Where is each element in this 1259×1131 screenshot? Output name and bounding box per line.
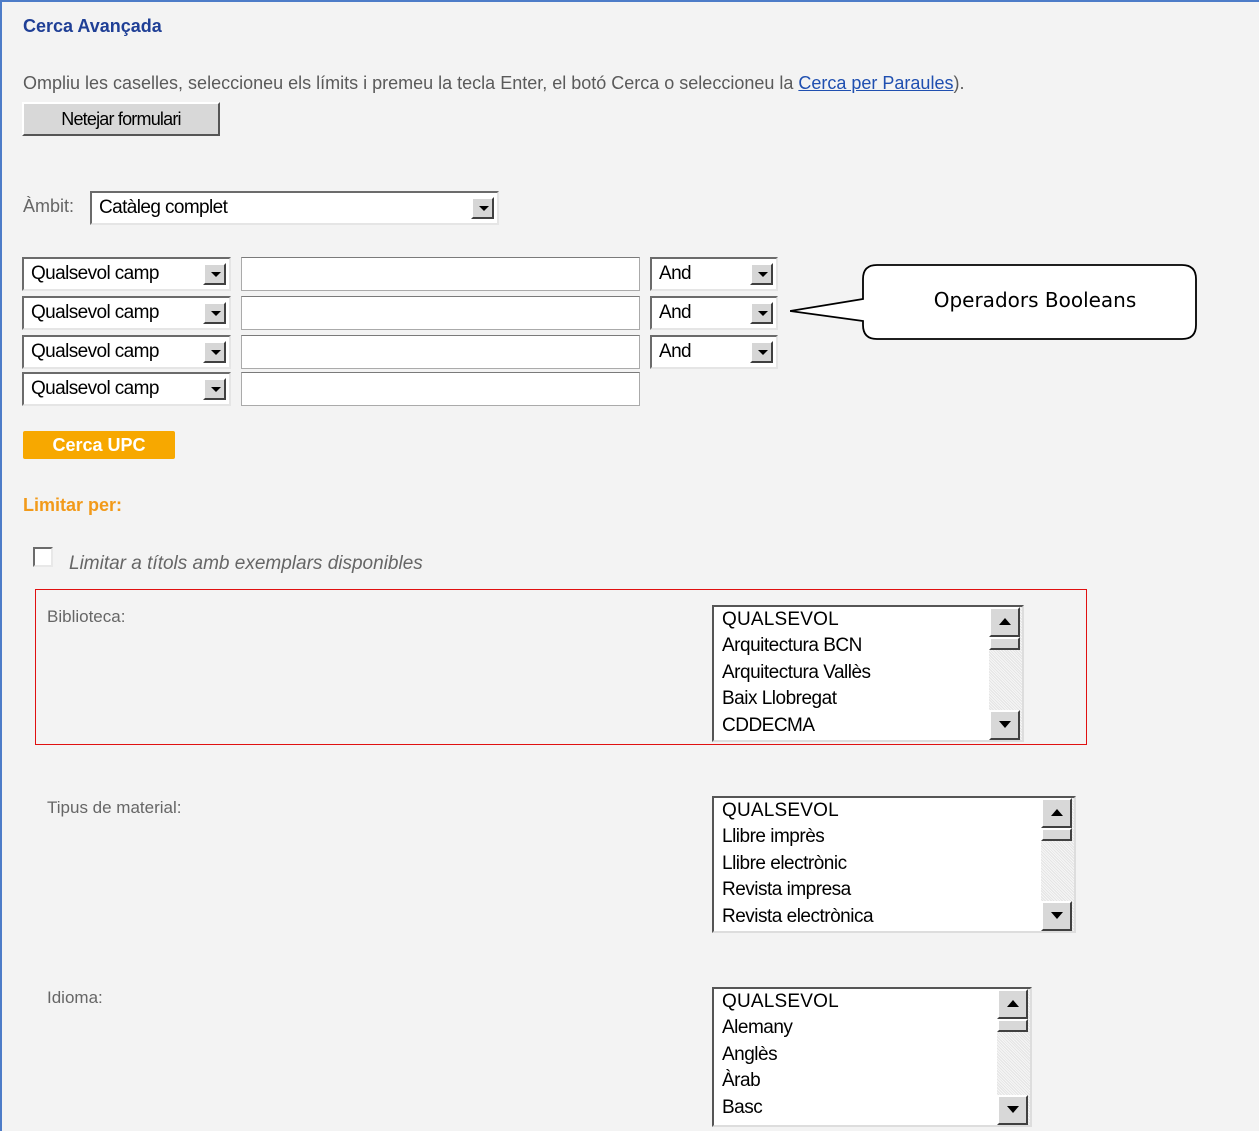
chevron-down-icon[interactable] [203, 302, 226, 324]
scroll-down-icon[interactable] [989, 710, 1020, 740]
scroll-up-icon[interactable] [997, 989, 1028, 1019]
chevron-down-icon[interactable] [750, 341, 773, 363]
material-listbox[interactable]: QUALSEVOL Llibre imprès Llibre electròni… [712, 796, 1076, 933]
list-option[interactable]: Arquitectura Vallès [714, 660, 1022, 686]
operator-select-value: And [659, 263, 692, 284]
vertical-scrollbar[interactable] [989, 607, 1022, 740]
scope-select[interactable]: Catàleg complet [90, 191, 499, 225]
field-select-value: Qualsevol camp [31, 302, 159, 323]
list-option[interactable]: Arquitectura BCN [714, 633, 1022, 659]
language-listbox[interactable]: QUALSEVOL Alemany Anglès Àrab Basc [712, 987, 1032, 1127]
page-title: Cerca Avançada [23, 16, 162, 36]
available-only-checkbox[interactable] [33, 547, 53, 567]
search-term-input-2[interactable] [241, 296, 640, 330]
vertical-scrollbar[interactable] [1041, 798, 1074, 931]
list-option[interactable]: Llibre electrònic [714, 851, 1074, 877]
list-option[interactable]: QUALSEVOL [714, 607, 1022, 633]
field-select-4[interactable]: Qualsevol camp [22, 372, 231, 406]
list-option[interactable]: QUALSEVOL [714, 798, 1074, 824]
word-search-link[interactable]: Cerca per Paraules [798, 73, 953, 93]
search-term-input-1[interactable] [241, 257, 640, 291]
frame-top-border [0, 0, 1259, 2]
scope-select-value: Catàleg complet [99, 197, 228, 218]
chevron-down-icon[interactable] [203, 263, 226, 285]
boolean-operators-callout: Operadors Booleans [790, 264, 1197, 340]
field-select-2[interactable]: Qualsevol camp [22, 296, 231, 330]
chevron-down-icon[interactable] [471, 197, 494, 219]
limit-title: Limitar per: [23, 495, 123, 515]
scroll-down-icon[interactable] [1041, 901, 1072, 931]
scroll-thumb[interactable] [1041, 828, 1072, 841]
list-option[interactable]: Àrab [714, 1068, 1030, 1094]
clear-form-button[interactable]: Netejar formulari [22, 102, 220, 136]
search-term-input-4[interactable] [241, 372, 640, 406]
list-option[interactable]: Basc [714, 1095, 1030, 1121]
field-select-value: Qualsevol camp [31, 378, 159, 399]
scroll-thumb[interactable] [989, 637, 1020, 650]
chevron-down-icon[interactable] [203, 341, 226, 363]
list-option[interactable]: Alemany [714, 1015, 1030, 1041]
list-option[interactable]: Revista electrònica [714, 904, 1074, 930]
operator-select-3[interactable]: And [650, 335, 778, 369]
intro-text: Ompliu les caselles, seleccioneu els lím… [23, 73, 964, 94]
intro-text-body: Ompliu les caselles, seleccioneu els lím… [23, 73, 799, 93]
chevron-down-icon[interactable] [750, 263, 773, 285]
scope-label: Àmbit: [23, 196, 75, 216]
scroll-down-icon[interactable] [997, 1095, 1028, 1125]
search-term-input-3[interactable] [241, 335, 640, 369]
list-option[interactable]: Anglès [714, 1042, 1030, 1068]
list-option[interactable]: CDDECMA [714, 713, 1022, 739]
chevron-down-icon[interactable] [203, 378, 226, 400]
field-select-value: Qualsevol camp [31, 263, 159, 284]
intro-text-suffix: ). [953, 73, 965, 93]
operator-select-value: And [659, 302, 692, 323]
search-upc-button[interactable]: Cerca UPC [23, 431, 175, 459]
list-option[interactable]: Baix Llobregat [714, 686, 1022, 712]
field-select-3[interactable]: Qualsevol camp [22, 335, 231, 369]
language-label: Idioma: [47, 988, 103, 1007]
field-select-1[interactable]: Qualsevol camp [22, 257, 231, 291]
callout-text: Operadors Booleans [934, 288, 1137, 312]
frame-left-border [0, 0, 2, 1131]
scroll-thumb[interactable] [997, 1019, 1028, 1032]
material-label: Tipus de material: [47, 798, 182, 817]
scroll-up-icon[interactable] [1041, 798, 1072, 828]
scroll-up-icon[interactable] [989, 607, 1020, 637]
library-label: Biblioteca: [47, 607, 126, 626]
available-only-label: Limitar a títols amb exemplars disponibl… [69, 553, 423, 574]
list-option[interactable]: QUALSEVOL [714, 989, 1030, 1015]
field-select-value: Qualsevol camp [31, 341, 159, 362]
list-option[interactable]: Revista impresa [714, 877, 1074, 903]
operator-select-value: And [659, 341, 692, 362]
operator-select-2[interactable]: And [650, 296, 778, 330]
list-option[interactable]: Llibre imprès [714, 824, 1074, 850]
chevron-down-icon[interactable] [750, 302, 773, 324]
vertical-scrollbar[interactable] [997, 989, 1030, 1125]
library-listbox[interactable]: QUALSEVOL Arquitectura BCN Arquitectura … [712, 605, 1024, 742]
operator-select-1[interactable]: And [650, 257, 778, 291]
